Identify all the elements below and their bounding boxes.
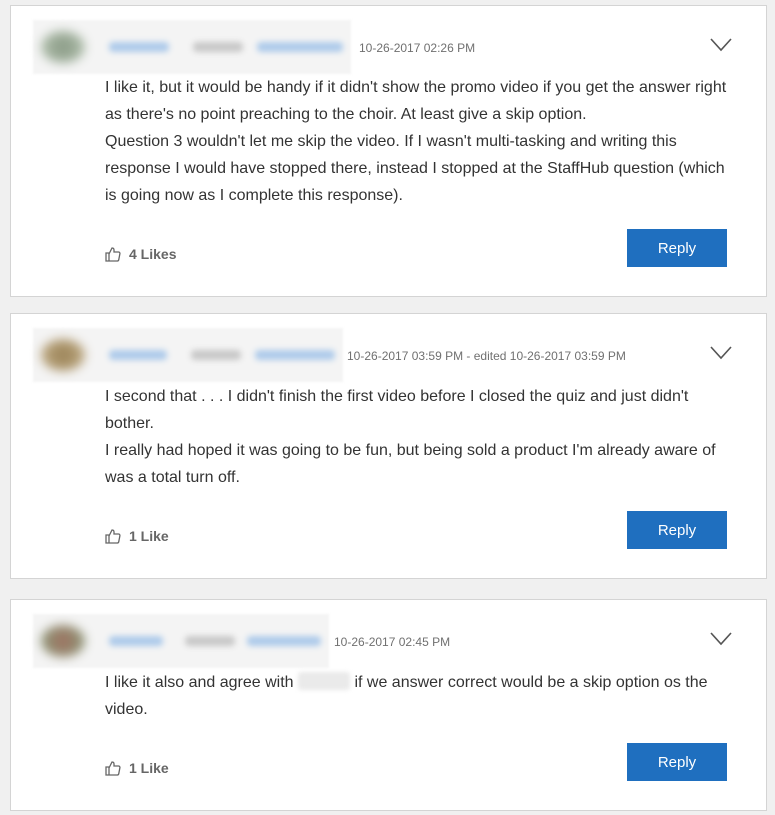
- like-count: 1 Like: [129, 528, 169, 544]
- author-rank-redacted: [191, 350, 241, 360]
- author-name-redacted: [109, 42, 169, 52]
- post-paragraph: I like it also and agree with if we answ…: [105, 669, 728, 723]
- post-timestamp: 10-26-2017 02:26 PM: [359, 41, 476, 55]
- author-info-redacted: [33, 20, 351, 74]
- author-rank-redacted: [193, 42, 243, 52]
- like-count: 4 Likes: [129, 246, 177, 262]
- post-card: 10-26-2017 03:59 PM - edited 10-26-2017 …: [10, 313, 767, 579]
- chevron-down-icon[interactable]: [710, 38, 732, 52]
- like-button[interactable]: 4 Likes: [105, 246, 176, 262]
- reply-button[interactable]: Reply: [627, 743, 727, 781]
- post-timestamp: 10-26-2017 02:45 PM: [334, 635, 451, 649]
- author-role-redacted: [255, 350, 335, 360]
- thumbs-up-icon: [105, 247, 121, 262]
- author-info-redacted: [33, 614, 329, 668]
- like-button[interactable]: 1 Like: [105, 760, 169, 776]
- post-paragraph: I second that . . . I didn't finish the …: [105, 388, 689, 432]
- post-text: I like it also and agree with: [105, 674, 294, 691]
- post-body: I second that . . . I didn't finish the …: [105, 383, 728, 491]
- author-info-redacted: [33, 328, 343, 382]
- user-mention-redacted[interactable]: [298, 672, 350, 690]
- thumbs-up-icon: [105, 761, 121, 776]
- chevron-down-icon[interactable]: [710, 346, 732, 360]
- author-role-redacted: [257, 42, 343, 52]
- like-count: 1 Like: [129, 760, 169, 776]
- avatar: [41, 339, 85, 371]
- like-button[interactable]: 1 Like: [105, 528, 169, 544]
- author-name-redacted: [109, 636, 163, 646]
- post-body: I like it, but it would be handy if it d…: [105, 74, 728, 209]
- author-name-redacted: [109, 350, 167, 360]
- post-paragraph: Question 3 wouldn't let me skip the vide…: [105, 133, 725, 204]
- post-paragraph: I like it, but it would be handy if it d…: [105, 79, 727, 123]
- post-body: I like it also and agree with if we answ…: [105, 669, 728, 723]
- reply-button[interactable]: Reply: [627, 229, 727, 267]
- post-timestamp: 10-26-2017 03:59 PM - edited 10-26-2017 …: [347, 349, 626, 363]
- post-paragraph: I really had hoped it was going to be fu…: [105, 442, 716, 486]
- post-card: 10-26-2017 02:26 PM I like it, but it wo…: [10, 5, 767, 297]
- chevron-down-icon[interactable]: [710, 632, 732, 646]
- thumbs-up-icon: [105, 529, 121, 544]
- post-card: 10-26-2017 02:45 PM I like it also and a…: [10, 599, 767, 811]
- avatar: [41, 31, 85, 63]
- author-rank-redacted: [185, 636, 235, 646]
- reply-button[interactable]: Reply: [627, 511, 727, 549]
- avatar: [41, 625, 85, 657]
- author-role-redacted: [247, 636, 321, 646]
